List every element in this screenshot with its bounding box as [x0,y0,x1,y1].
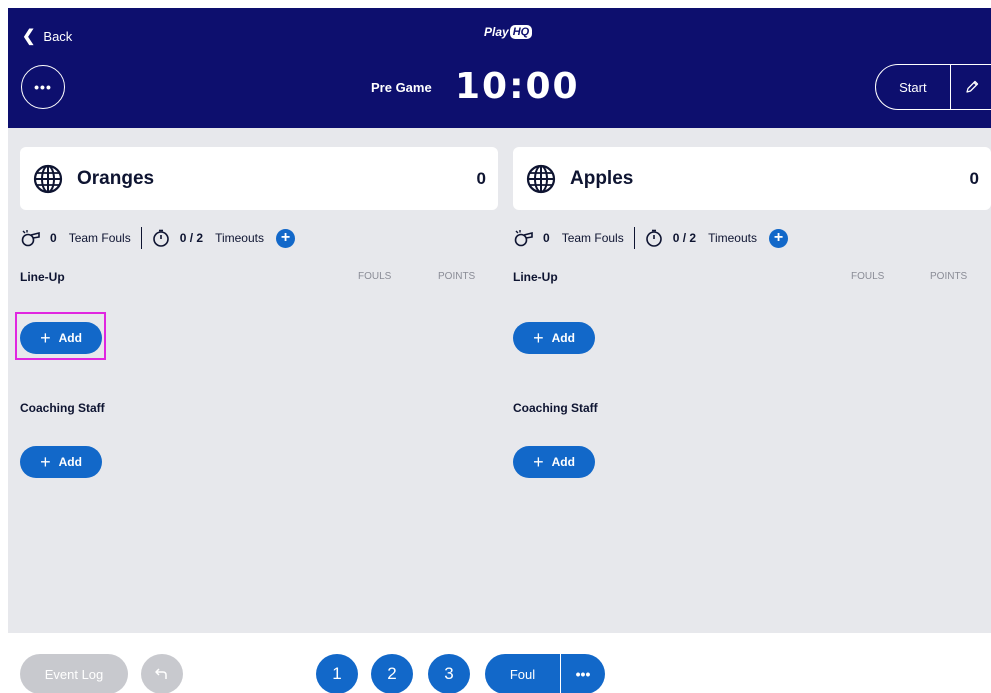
team-card-away: Apples 0 [513,147,991,210]
more-icon: ••• [34,79,52,95]
score-2-button[interactable]: 2 [371,654,413,693]
globe-icon [526,164,556,193]
team-stats-away: 0 Team Fouls 0 / 2 Timeouts + [513,227,788,249]
undo-button[interactable] [141,654,183,693]
divider [633,227,635,249]
plus-icon: + [40,451,51,472]
fouls-column-header: FOULS [851,271,885,282]
points-column-header: POINTS [930,271,968,282]
plus-icon: + [533,451,544,472]
game-clock: 10:00 [455,66,580,107]
score-1-button[interactable]: 1 [316,654,358,693]
top-bar: ❮ Back Play HQ ••• Pre Game 10:00 Start [8,8,991,128]
plus-icon: + [40,327,51,348]
plus-icon: + [533,327,544,348]
points-column-header: POINTS [438,271,476,282]
fouls-column-header: FOULS [358,271,392,282]
globe-icon [33,164,63,193]
undo-icon [155,668,167,679]
back-button[interactable]: ❮ Back [22,26,72,46]
period-label: Pre Game [371,80,432,95]
team-card-home: Oranges 0 [20,147,498,210]
team-name: Apples [570,167,634,189]
divider [140,227,142,249]
team-score: 0 [476,168,486,188]
add-staff-button[interactable]: + Add [513,446,595,478]
timeouts-count: 0 / 2 [179,231,204,245]
add-timeout-button[interactable]: + [275,228,295,248]
team-name: Oranges [77,167,155,189]
team-panels: Oranges 0 0 Team Fouls 0 / 2 Timeouts + … [8,128,991,633]
edit-clock-button[interactable] [951,65,991,109]
chevron-left-icon: ❮ [22,28,36,45]
pencil-icon [966,80,979,93]
whistle-icon [21,230,40,247]
whistle-icon [514,230,533,247]
foul-more-button[interactable]: ••• [561,654,605,693]
add-player-button[interactable]: + Add [20,322,102,354]
timeouts-count: 0 / 2 [672,231,697,245]
team-fouls-count: 0 [543,231,550,245]
foul-button[interactable]: Foul [485,654,561,693]
team-score: 0 [969,168,979,188]
add-staff-button[interactable]: + Add [20,446,102,478]
start-button[interactable]: Start [876,65,951,109]
foul-controls: Foul ••• [485,654,605,693]
team-fouls-label: Team Fouls [68,231,131,245]
stopwatch-icon [152,229,169,247]
coaching-staff-heading: Coaching Staff [513,401,598,415]
event-log-button[interactable]: Event Log [20,654,128,693]
clock-controls: Start [875,64,991,110]
back-label: Back [43,28,73,44]
timeouts-label: Timeouts [215,231,264,245]
playhq-logo: Play HQ [484,25,533,39]
team-fouls-label: Team Fouls [561,231,624,245]
lineup-heading: Line-Up [513,270,558,284]
more-options-button[interactable]: ••• [21,65,65,109]
timeouts-label: Timeouts [708,231,757,245]
team-stats-home: 0 Team Fouls 0 / 2 Timeouts + [20,227,295,249]
add-timeout-button[interactable]: + [768,228,788,248]
team-fouls-count: 0 [50,231,57,245]
score-3-button[interactable]: 3 [428,654,470,693]
coaching-staff-heading: Coaching Staff [20,401,105,415]
stopwatch-icon [645,229,662,247]
add-player-button[interactable]: + Add [513,322,595,354]
lineup-heading: Line-Up [20,270,65,284]
